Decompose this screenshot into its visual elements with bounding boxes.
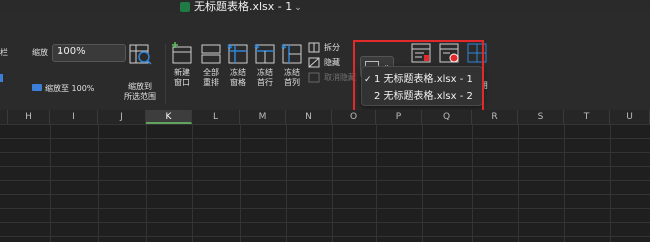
svg-text:✱: ✱: [254, 43, 260, 51]
new-window-label: 新建 窗口: [174, 68, 190, 87]
switch-windows-menu: ✓ 1 无标题表格.xlsx - 1 2 无标题表格.xlsx - 2: [361, 66, 483, 106]
column-header-l[interactable]: L: [192, 110, 240, 124]
ribbon-cut-label: 栏: [0, 48, 8, 57]
menu-item-window-2-label: 2 无标题表格.xlsx - 2: [374, 91, 473, 102]
unhide-icon: [308, 72, 320, 83]
column-gridline: [472, 124, 473, 242]
split-button[interactable]: 拆分: [308, 42, 358, 54]
column-gridline: [192, 124, 193, 242]
zoom-to-selection-label: 缩放到 所选范围: [124, 82, 156, 101]
column-header-s[interactable]: S: [518, 110, 564, 124]
column-header-i[interactable]: I: [50, 110, 98, 124]
column-gridline: [610, 124, 611, 242]
column-gridline: [564, 124, 565, 242]
chevron-down-icon: ⌄: [57, 47, 64, 56]
zoom-label: 缩放: [32, 48, 48, 57]
column-header-h[interactable]: H: [8, 110, 50, 124]
column-gridline: [332, 124, 333, 242]
svg-text:✱: ✱: [227, 43, 233, 51]
zoom-selection-icon: [129, 44, 152, 65]
column-gridline: [50, 124, 51, 242]
split-icon: [308, 42, 320, 53]
unhide-label: 取消隐藏: [324, 73, 356, 82]
column-header-q[interactable]: Q: [422, 110, 472, 124]
column-gridline: [422, 124, 423, 242]
zoom-100-icon: [32, 84, 42, 91]
menu-item-window-2[interactable]: 2 无标题表格.xlsx - 2: [364, 87, 473, 102]
new-window-icon: [172, 42, 192, 64]
column-header-o[interactable]: O: [332, 110, 376, 124]
freeze-panes-label: 冻结 窗格: [230, 68, 246, 87]
column-header-r[interactable]: R: [472, 110, 518, 124]
freeze-top-row-button[interactable]: ✱ 冻结 首行: [253, 42, 277, 92]
title-chevron-icon[interactable]: ⌄: [294, 3, 302, 13]
unhide-button[interactable]: 取消隐藏: [308, 72, 356, 84]
hide-label: 隐藏: [324, 58, 340, 67]
menu-item-window-1[interactable]: ✓ 1 无标题表格.xlsx - 1: [364, 70, 473, 85]
split-label: 拆分: [324, 43, 340, 52]
window-title: 无标题表格.xlsx - 1 ⌄: [180, 0, 302, 14]
menu-item-window-1-label: 1 无标题表格.xlsx - 1: [374, 74, 473, 85]
record-macro-icon[interactable]: [438, 42, 460, 64]
column-gridline: [240, 124, 241, 242]
column-gridline: [146, 124, 147, 242]
column-gridline: [98, 124, 99, 242]
column-header: [0, 110, 8, 124]
column-header-m[interactable]: M: [240, 110, 286, 124]
cut-icon: [0, 74, 3, 82]
macros-icon[interactable]: [410, 42, 432, 64]
excel-file-icon: [180, 2, 190, 12]
freeze-first-column-label: 冻结 首列: [284, 68, 300, 87]
spreadsheet-grid[interactable]: H I J K L M N O P Q R S T U: [0, 110, 650, 242]
freeze-top-row-label: 冻结 首行: [257, 68, 273, 87]
zoom-to-100-button[interactable]: 缩放至 100%: [45, 83, 94, 94]
hide-button[interactable]: 隐藏: [308, 57, 358, 69]
freeze-first-column-icon: ✱: [281, 43, 302, 64]
freeze-top-row-icon: ✱: [254, 43, 275, 64]
zoom-select[interactable]: 100% ⌄: [52, 44, 126, 62]
column-header-j[interactable]: J: [98, 110, 146, 124]
freeze-panes-icon: ✱: [227, 43, 248, 64]
arrange-all-label: 全部 重排: [203, 68, 219, 87]
svg-text:✱: ✱: [281, 43, 287, 51]
arrange-all-button[interactable]: 全部 重排: [199, 42, 223, 92]
column-header-p[interactable]: P: [376, 110, 422, 124]
hide-icon: [308, 57, 320, 68]
column-header-k[interactable]: K: [146, 110, 192, 124]
title-bar: 无标题表格.xlsx - 1 ⌄: [0, 0, 650, 14]
relative-reference-icon[interactable]: [466, 42, 488, 64]
column-header-u[interactable]: U: [610, 110, 650, 124]
column-header-n[interactable]: N: [286, 110, 332, 124]
view-ribbon: 栏 缩放 100% ⌄ 缩放至 100% 缩放到 所选范围 新建 窗口 全部 重…: [0, 14, 650, 110]
freeze-panes-button[interactable]: ✱ 冻结 窗格: [226, 42, 250, 92]
window-title-text: 无标题表格.xlsx - 1: [194, 0, 293, 13]
column-gridline: [376, 124, 377, 242]
zoom-to-selection-button[interactable]: 缩放到 所选范围: [124, 42, 156, 101]
arrange-all-icon: [201, 44, 221, 64]
freeze-first-column-button[interactable]: ✱ 冻结 首列: [280, 42, 304, 92]
column-header-t[interactable]: T: [564, 110, 610, 124]
column-gridline: [518, 124, 519, 242]
checkmark-icon: ✓: [364, 75, 372, 85]
new-window-button[interactable]: 新建 窗口: [170, 42, 194, 92]
column-gridline: [286, 124, 287, 242]
ribbon-divider: [165, 44, 166, 104]
